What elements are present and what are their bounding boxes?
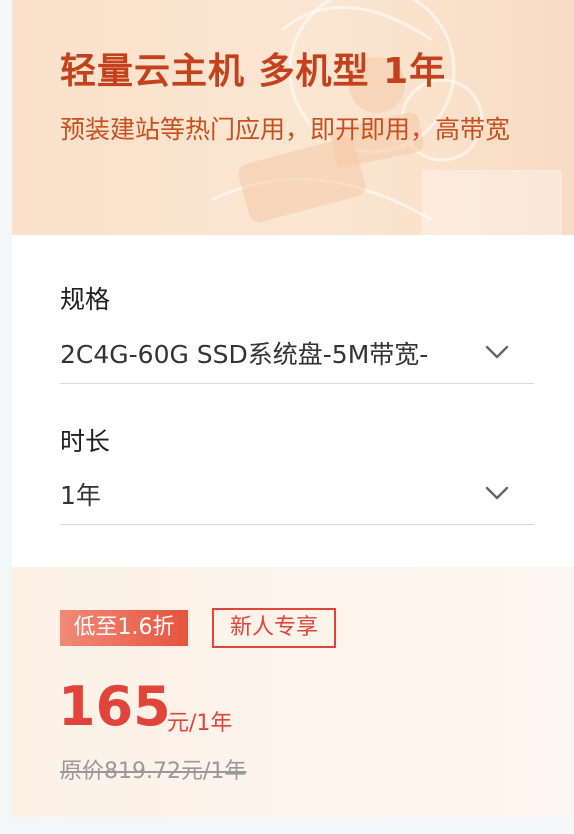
product-header: 轻量云主机 多机型 1年 预装建站等热门应用，即开即用，高带宽 <box>12 0 574 235</box>
duration-select[interactable]: 1年 <box>60 468 534 525</box>
config-form: 规格 2C4G-60G SSD系统盘-5M带宽- 时长 1年 <box>12 235 574 567</box>
spec-select[interactable]: 2C4G-60G SSD系统盘-5M带宽- <box>60 327 534 384</box>
product-subtitle: 预装建站等热门应用，即开即用，高带宽 <box>60 115 511 144</box>
price-section: 低至1.6折 新人专享 165 元/1年 原价819.72元/1年 <box>12 567 574 817</box>
product-card: 轻量云主机 多机型 1年 预装建站等热门应用，即开即用，高带宽 规格 2C4G-… <box>0 0 574 834</box>
duration-label: 时长 <box>60 427 111 456</box>
price-amount: 165 <box>58 675 171 738</box>
chevron-down-icon[interactable] <box>484 339 510 365</box>
discount-badge: 低至1.6折 <box>60 610 188 646</box>
new-user-badge: 新人专享 <box>212 608 336 648</box>
chevron-down-icon[interactable] <box>484 480 510 506</box>
duration-value: 1年 <box>60 481 101 510</box>
original-price: 原价819.72元/1年 <box>60 759 247 784</box>
page-title: 轻量云主机 多机型 1年 <box>60 51 447 92</box>
price-unit: 元/1年 <box>167 711 233 736</box>
spec-label: 规格 <box>60 285 111 314</box>
spec-value: 2C4G-60G SSD系统盘-5M带宽- <box>60 340 429 369</box>
